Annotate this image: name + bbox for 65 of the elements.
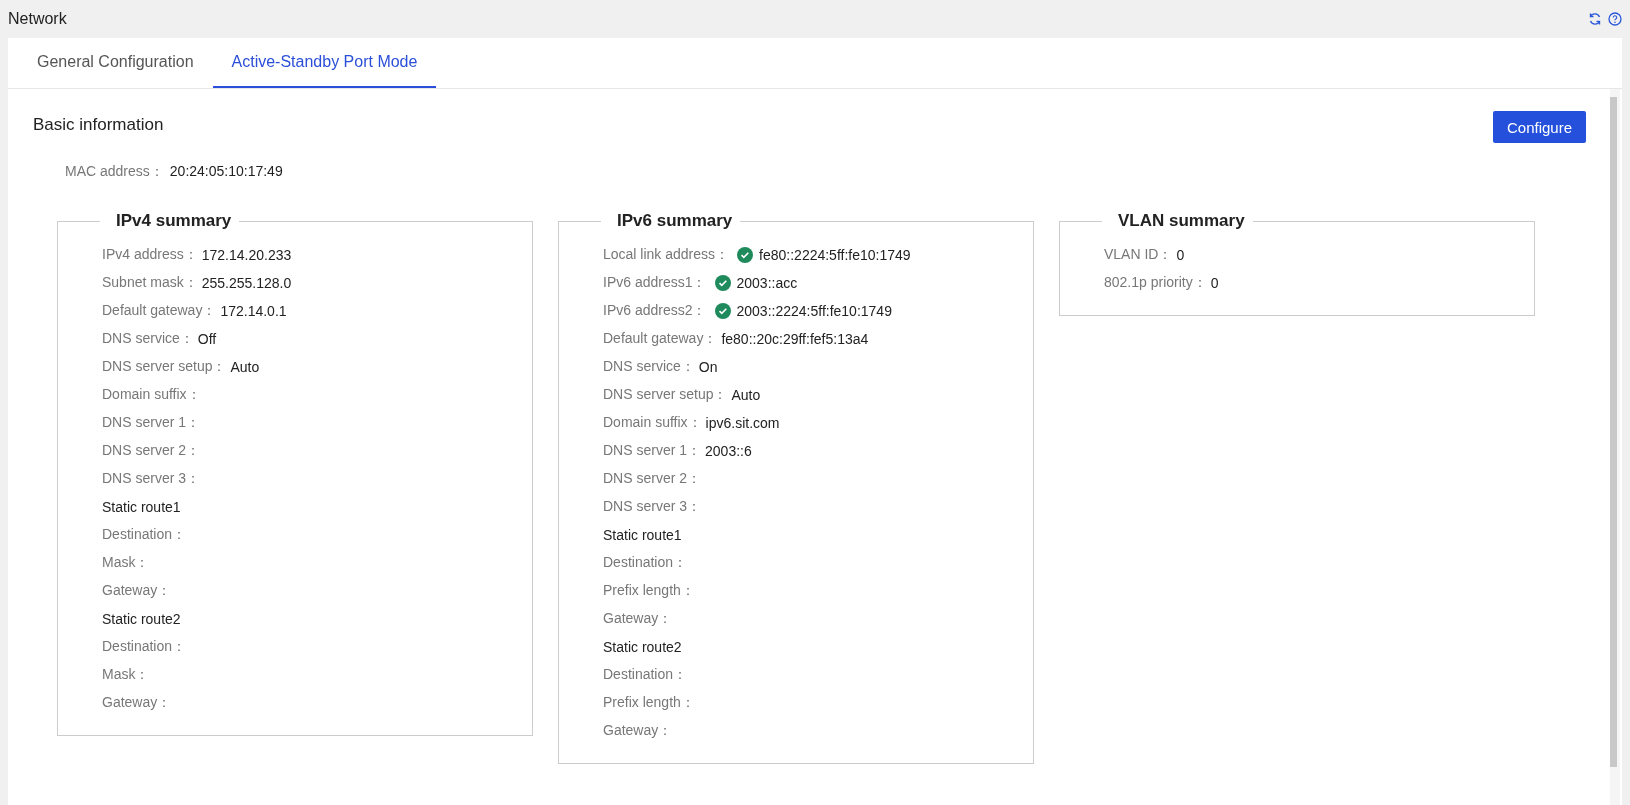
field-label: Destination： xyxy=(102,526,187,544)
field-label: DNS server 2： xyxy=(603,470,702,488)
field-value: Auto xyxy=(230,359,260,375)
tab[interactable]: Active-Standby Port Mode xyxy=(212,38,437,88)
field-label: 802.1p priority： xyxy=(1104,274,1207,292)
scrollbar-thumb[interactable] xyxy=(1610,97,1617,767)
field-label: Destination： xyxy=(603,554,688,572)
field-label: DNS service： xyxy=(102,330,194,348)
field-label: IPv4 address： xyxy=(102,246,198,264)
panel-title: IPv6 summary xyxy=(616,211,734,231)
field-label: Domain suffix： xyxy=(102,386,201,404)
field-label: Domain suffix： xyxy=(603,414,702,432)
field-label: Destination： xyxy=(603,666,688,684)
field-label: Gateway： xyxy=(603,610,673,628)
tab[interactable]: General Configuration xyxy=(18,38,213,88)
field-value: ipv6.sit.com xyxy=(705,415,780,431)
group-heading: Static route1 xyxy=(603,527,682,543)
field-value: Auto xyxy=(731,387,761,403)
field-value: 0 xyxy=(1176,247,1185,263)
field-value: 0 xyxy=(1210,275,1219,291)
field-value: Off xyxy=(197,331,217,347)
section-title: Basic information xyxy=(33,115,164,135)
page-title: Network xyxy=(8,10,67,28)
field-value: fe80::2224:5ff:fe10:1749 xyxy=(759,247,911,263)
field-label: IPv6 address2： xyxy=(603,302,707,320)
field-value: 255.255.128.0 xyxy=(201,275,292,291)
field-label: Mask： xyxy=(102,666,150,684)
field-label: DNS server 3： xyxy=(102,470,201,488)
field-label: Gateway： xyxy=(603,722,673,740)
field-value: On xyxy=(698,359,718,375)
field-label: Destination： xyxy=(102,638,187,656)
field-value: 2003::2224:5ff:fe10:1749 xyxy=(736,303,892,319)
field-label: DNS server 3： xyxy=(603,498,702,516)
field-label: Gateway： xyxy=(102,694,172,712)
field-label: DNS server setup： xyxy=(102,358,227,376)
field-label: DNS server 1： xyxy=(102,414,201,432)
field-label: DNS server setup： xyxy=(603,386,728,404)
group-heading: Static route2 xyxy=(603,639,682,655)
field-label: Prefix length： xyxy=(603,694,695,712)
field-label: IPv6 address1： xyxy=(603,274,707,292)
field-label: MAC address： xyxy=(65,163,164,181)
panel-title: IPv4 summary xyxy=(115,211,233,231)
field-label: Mask： xyxy=(102,554,150,572)
field-label: DNS server 1： xyxy=(603,442,702,460)
configure-button[interactable]: Configure xyxy=(1492,111,1586,143)
field-label: Gateway： xyxy=(102,582,172,600)
field-value: 2003::acc xyxy=(736,275,798,291)
field-label: Subnet mask： xyxy=(102,274,198,292)
field-label: Local link address： xyxy=(603,246,730,264)
field-value: 2003::6 xyxy=(705,443,752,459)
refresh-icon[interactable] xyxy=(1588,12,1602,26)
field-label: DNS service： xyxy=(603,358,695,376)
group-heading: Static route2 xyxy=(102,611,181,627)
field-value: 172.14.0.1 xyxy=(220,303,287,319)
field-label: Default gateway： xyxy=(102,302,217,320)
field-label: VLAN ID： xyxy=(1104,246,1173,264)
field-value: fe80::20c:29ff:fef5:13a4 xyxy=(721,331,869,347)
field-value: 172.14.20.233 xyxy=(201,247,292,263)
field-label: DNS server 2： xyxy=(102,442,201,460)
group-heading: Static route1 xyxy=(102,499,181,515)
field-label: Default gateway： xyxy=(603,330,718,348)
field-value: 20:24:05:10:17:49 xyxy=(169,163,283,181)
field-label: Prefix length： xyxy=(603,582,695,600)
panel-title: VLAN summary xyxy=(1117,211,1246,231)
help-icon[interactable] xyxy=(1608,12,1622,26)
